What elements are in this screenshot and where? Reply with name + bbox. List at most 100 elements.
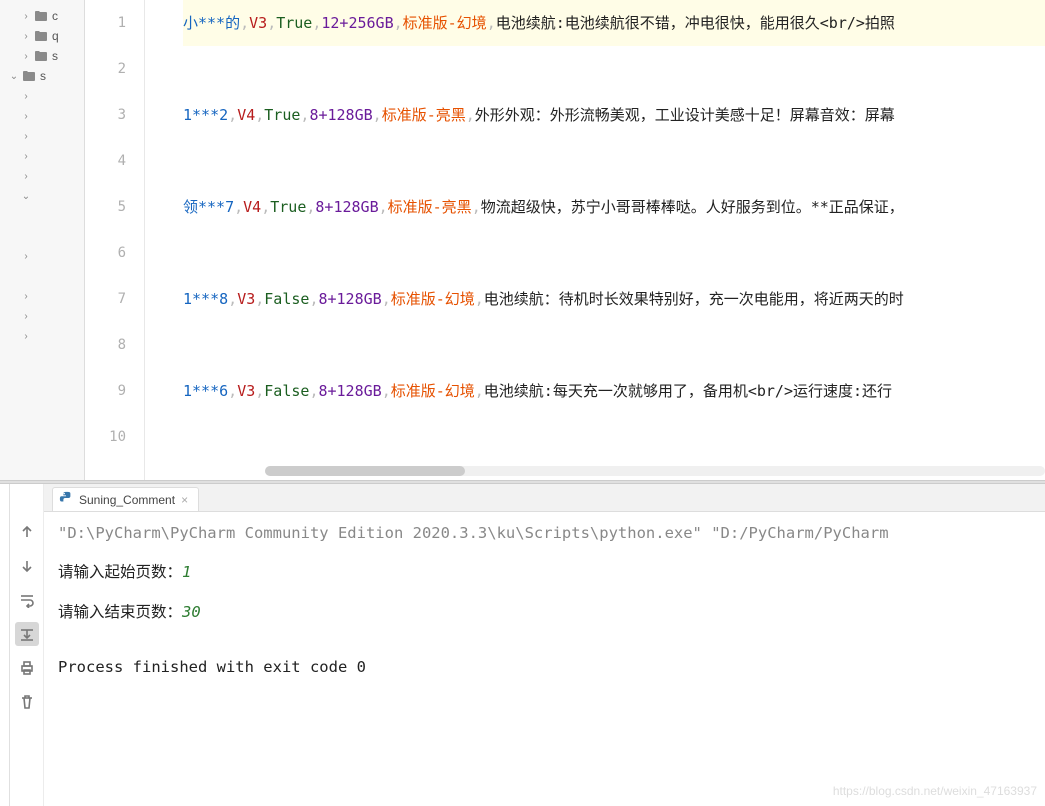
scroll-to-end-icon[interactable] — [15, 622, 39, 646]
chevron-right-icon[interactable]: › — [20, 11, 32, 22]
step-up-icon[interactable] — [15, 520, 39, 544]
tree-item[interactable]: ›s — [0, 46, 84, 66]
code-line[interactable]: 领***7,V4,True,8+128GB,标准版-亮黑,物流超级快，苏宁小哥哥… — [183, 184, 1045, 230]
tree-item-label: s — [52, 49, 58, 63]
run-tabbar: Suning_Comment × — [44, 484, 1045, 512]
code-token: 标准版-亮黑 — [382, 106, 466, 124]
chevron-down-icon[interactable]: ⌄ — [20, 191, 32, 202]
chevron-down-icon[interactable]: ⌄ — [8, 71, 20, 82]
code-line[interactable]: 1***6,V3,False,8+128GB,标准版-幻境,电池续航:每天充一次… — [183, 368, 1045, 414]
editor-hscrollbar[interactable] — [265, 466, 1045, 476]
delete-icon[interactable] — [15, 690, 39, 714]
code-line[interactable]: 小***的,V3,True,12+256GB,标准版-幻境,电池续航:电池续航很… — [183, 0, 1045, 46]
code-token: , — [255, 290, 264, 308]
folder-icon — [34, 10, 48, 22]
code-token: , — [255, 106, 264, 124]
code-line[interactable]: 1***8,V3,False,8+128GB,标准版-幻境,电池续航：待机时长效… — [183, 276, 1045, 322]
tree-item[interactable]: › — [0, 106, 84, 126]
tree-item[interactable]: › — [0, 286, 84, 306]
wrap-icon[interactable] — [15, 588, 39, 612]
tree-item[interactable]: ›c — [0, 6, 84, 26]
console-val2: 30 — [182, 603, 201, 621]
chevron-right-icon[interactable]: › — [20, 251, 32, 262]
gutter-line-number: 1 — [85, 0, 144, 46]
tree-item-label: c — [52, 9, 58, 23]
gutter-line-number: 9 — [85, 368, 144, 414]
code-token: 小***的 — [183, 14, 240, 32]
folder-icon — [34, 50, 48, 62]
code-token: , — [382, 382, 391, 400]
tree-item[interactable]: › — [0, 306, 84, 326]
code-token: , — [466, 106, 475, 124]
run-console[interactable]: "D:\PyCharm\PyCharm Community Edition 20… — [44, 512, 1045, 806]
chevron-right-icon[interactable]: › — [20, 171, 32, 182]
code-token: , — [255, 382, 264, 400]
tree-item-label: q — [52, 29, 59, 43]
chevron-right-icon[interactable]: › — [20, 151, 32, 162]
tree-item[interactable]: ⌄ — [0, 186, 84, 206]
code-line[interactable] — [183, 46, 1045, 92]
chevron-right-icon[interactable]: › — [20, 51, 32, 62]
gutter-line-number: 4 — [85, 138, 144, 184]
tree-item[interactable]: ›q — [0, 26, 84, 46]
code-token: V4 — [237, 106, 255, 124]
console-prompt1: 请输入起始页数： — [58, 563, 182, 581]
tree-item[interactable]: › — [0, 166, 84, 186]
code-token: 标准版-亮黑 — [388, 198, 472, 216]
chevron-right-icon[interactable]: › — [20, 331, 32, 342]
code-line[interactable] — [183, 322, 1045, 368]
code-token: 1***2 — [183, 106, 228, 124]
code-line[interactable] — [183, 230, 1045, 276]
code-token: True — [276, 14, 312, 32]
chevron-right-icon[interactable]: › — [20, 291, 32, 302]
chevron-right-icon[interactable]: › — [20, 91, 32, 102]
code-token: 1***8 — [183, 290, 228, 308]
run-tab-suning-comment[interactable]: Suning_Comment × — [52, 487, 199, 511]
tree-item[interactable] — [0, 266, 84, 286]
run-tab-label: Suning_Comment — [79, 493, 175, 507]
gutter-line-number: 7 — [85, 276, 144, 322]
editor-hscrollbar-thumb[interactable] — [265, 466, 465, 476]
chevron-right-icon[interactable]: › — [20, 111, 32, 122]
code-token: V3 — [237, 290, 255, 308]
code-token: 8+128GB — [315, 198, 378, 216]
gutter-line-number: 3 — [85, 92, 144, 138]
editor-pane: 12345678910 小***的,V3,True,12+256GB,标准版-幻… — [85, 0, 1045, 480]
print-icon[interactable] — [15, 656, 39, 680]
code-line[interactable] — [183, 138, 1045, 184]
tree-item[interactable] — [0, 206, 84, 226]
close-icon[interactable]: × — [181, 493, 188, 507]
watermark: https://blog.csdn.net/weixin_47163937 — [833, 784, 1037, 798]
code-token: 外形外观：外形流畅美观，工业设计美感十足！屏幕音效：屏幕 — [475, 106, 895, 124]
folder-icon — [34, 30, 48, 42]
step-down-icon[interactable] — [15, 554, 39, 578]
code-token: , — [379, 198, 388, 216]
editor-gutter: 12345678910 — [85, 0, 145, 480]
chevron-right-icon[interactable]: › — [20, 131, 32, 142]
tree-item[interactable]: › — [0, 126, 84, 146]
code-token: True — [270, 198, 306, 216]
code-token: 电池续航:每天充一次就够用了，备用机<br/>运行速度:还行 — [484, 382, 892, 400]
project-tree[interactable]: ›c›q›s⌄s›››››⌄›››› — [0, 0, 85, 480]
tree-item-label: s — [40, 69, 46, 83]
code-token: , — [267, 14, 276, 32]
chevron-right-icon[interactable]: › — [20, 311, 32, 322]
code-token: , — [228, 382, 237, 400]
code-line[interactable]: 1***2,V4,True,8+128GB,标准版-亮黑,外形外观：外形流畅美观… — [183, 92, 1045, 138]
code-token: 电池续航:电池续航很不错，冲电很快，能用很久<br/>拍照 — [496, 14, 895, 32]
code-token: V4 — [243, 198, 261, 216]
tree-item[interactable]: › — [0, 246, 84, 266]
tree-item[interactable]: › — [0, 326, 84, 346]
editor-code-area[interactable]: 小***的,V3,True,12+256GB,标准版-幻境,电池续航:电池续航很… — [145, 0, 1045, 480]
code-token: , — [472, 198, 481, 216]
tree-item[interactable]: ⌄s — [0, 66, 84, 86]
chevron-right-icon[interactable]: › — [20, 31, 32, 42]
code-token: , — [234, 198, 243, 216]
code-line[interactable] — [183, 414, 1045, 460]
tree-item[interactable]: › — [0, 86, 84, 106]
code-token: 领***7 — [183, 198, 234, 216]
tree-item[interactable]: › — [0, 146, 84, 166]
python-icon — [59, 491, 73, 508]
tree-item[interactable] — [0, 226, 84, 246]
gutter-line-number: 10 — [85, 414, 144, 460]
